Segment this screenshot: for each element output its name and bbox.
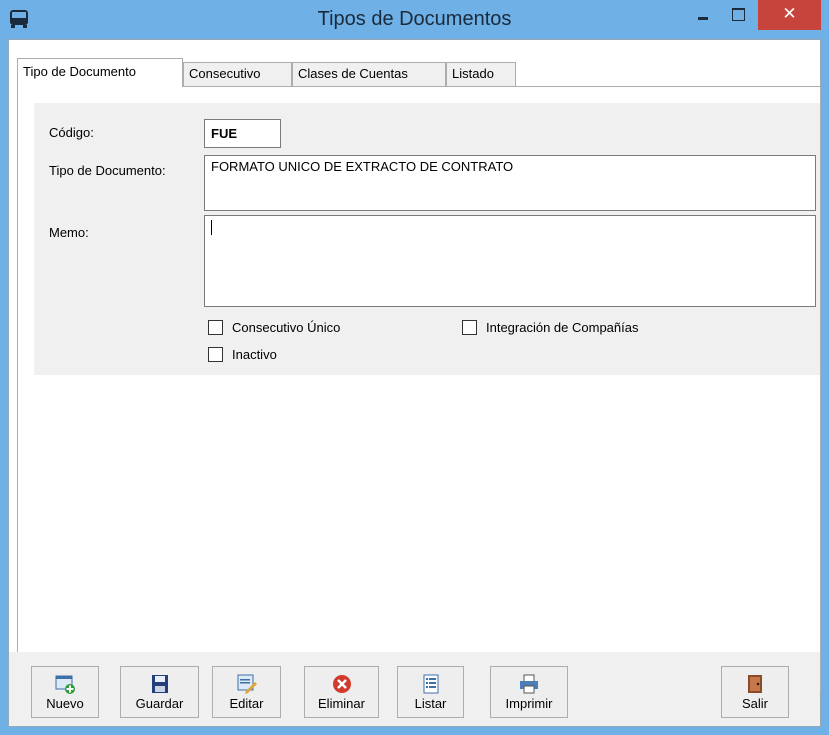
- delete-icon: [332, 675, 351, 693]
- listar-label: Listar: [414, 696, 447, 711]
- guardar-button[interactable]: Guardar: [120, 666, 199, 718]
- consecutivo-unico-checkbox[interactable]: [208, 320, 223, 335]
- nuevo-label: Nuevo: [46, 696, 84, 711]
- form-group: Código: FUE Tipo de Documento: FORMATO U…: [34, 103, 820, 375]
- tab-tipo-de-documento[interactable]: Tipo de Documento: [17, 58, 183, 87]
- tab-listado[interactable]: Listado: [446, 62, 516, 86]
- tab-consecutivo[interactable]: Consecutivo: [183, 62, 292, 86]
- inactivo-label[interactable]: Inactivo: [232, 347, 277, 362]
- guardar-label: Guardar: [135, 696, 184, 711]
- tipo-documento-label: Tipo de Documento:: [49, 163, 166, 178]
- consecutivo-unico-label[interactable]: Consecutivo Único: [232, 320, 340, 335]
- tab-panel: Código: FUE Tipo de Documento: FORMATO U…: [17, 86, 821, 692]
- codigo-label: Código:: [49, 125, 94, 140]
- client-area: Tipo de Documento Consecutivo Clases de …: [8, 39, 821, 727]
- tipo-documento-field[interactable]: FORMATO UNICO DE EXTRACTO DE CONTRATO: [204, 155, 816, 211]
- integracion-companias-checkbox[interactable]: [462, 320, 477, 335]
- minimize-button[interactable]: [688, 0, 718, 30]
- new-document-icon: [55, 675, 75, 694]
- salir-button[interactable]: Salir: [721, 666, 789, 718]
- salir-label: Salir: [741, 696, 768, 711]
- exit-door-icon: [748, 675, 762, 693]
- inactivo-checkbox[interactable]: [208, 347, 223, 362]
- button-bar: Nuevo Guardar Editar Eliminar Listar Imp…: [9, 652, 820, 726]
- title-bar[interactable]: Tipos de Documentos ✕: [0, 0, 829, 39]
- window: Tipos de Documentos ✕ Tipo de Documento …: [0, 0, 829, 735]
- tab-clases-de-cuentas[interactable]: Clases de Cuentas: [292, 62, 446, 86]
- imprimir-button[interactable]: Imprimir: [490, 666, 568, 718]
- editar-button[interactable]: Editar: [212, 666, 281, 718]
- text-cursor: [211, 220, 212, 236]
- edit-document-icon: [237, 674, 257, 694]
- nuevo-button[interactable]: Nuevo: [31, 666, 99, 718]
- integracion-companias-label[interactable]: Integración de Compañías: [486, 320, 638, 335]
- eliminar-label: Eliminar: [318, 696, 365, 711]
- editar-label: Editar: [229, 696, 264, 711]
- printer-icon: [520, 674, 538, 694]
- close-button[interactable]: ✕: [758, 0, 821, 30]
- maximize-button[interactable]: [722, 0, 752, 30]
- memo-field[interactable]: [204, 215, 816, 307]
- eliminar-button[interactable]: Eliminar: [304, 666, 379, 718]
- codigo-field[interactable]: FUE: [204, 119, 281, 148]
- list-icon: [423, 674, 438, 694]
- listar-button[interactable]: Listar: [397, 666, 464, 718]
- floppy-disk-icon: [151, 675, 168, 693]
- imprimir-label: Imprimir: [505, 696, 553, 711]
- memo-label: Memo:: [49, 225, 89, 240]
